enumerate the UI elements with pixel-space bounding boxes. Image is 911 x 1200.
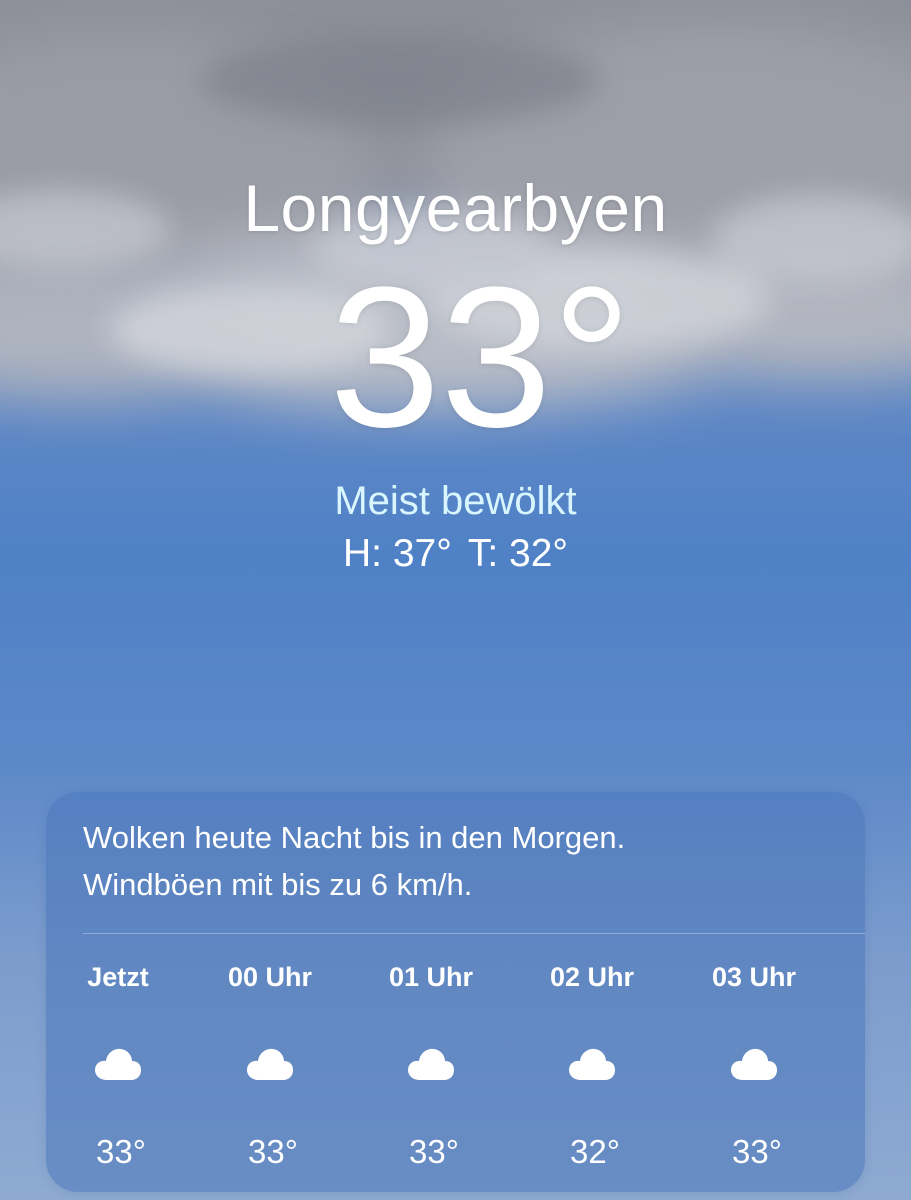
city-name: Longyearbyen [243, 171, 668, 245]
hour-item: 00 Uhr 33° [200, 792, 340, 1192]
hour-label: 00 Uhr [227, 962, 313, 992]
current-temperature: 33° [329, 246, 632, 469]
cloud-icon [95, 1048, 141, 1080]
hour-label: 01 Uhr [388, 962, 474, 992]
cloud-icon [731, 1048, 777, 1080]
low-temperature: T: 32° [467, 532, 568, 575]
cloud-icon [569, 1048, 615, 1080]
hour-item: 01 Uhr 33° [361, 792, 501, 1192]
hourly-forecast-list[interactable]: Jetzt 33° 00 Uhr 33° 01 Uhr 33° 02 Uhr 3… [46, 792, 865, 1192]
hourly-forecast-card[interactable]: Wolken heute Nacht bis in den Morgen. Wi… [46, 792, 865, 1192]
weather-condition: Meist bewölkt [334, 479, 577, 523]
hour-label: Jetzt [87, 962, 149, 992]
high-temperature: H: 37° [343, 532, 452, 575]
hour-item: Jetzt 33° [48, 792, 188, 1192]
hour-temperature: 33° [409, 1133, 459, 1170]
hour-temperature: 33° [732, 1133, 782, 1170]
cloud-icon [408, 1048, 454, 1080]
hour-label: 03 Uhr [711, 962, 797, 992]
hour-temperature: 33° [248, 1133, 298, 1170]
cloud-icon [247, 1048, 293, 1080]
hour-item: 03 Uhr 33° [684, 792, 824, 1192]
hour-temperature: 33° [96, 1133, 146, 1170]
hour-temperature: 32° [570, 1133, 620, 1170]
hour-item: 02 Uhr 32° [522, 792, 662, 1192]
high-low-temperatures: H: 37° T: 32° [0, 530, 911, 578]
hour-label: 02 Uhr [549, 962, 635, 992]
weather-screen: { "location": { "city": "Longyearbyen", … [0, 0, 911, 1200]
